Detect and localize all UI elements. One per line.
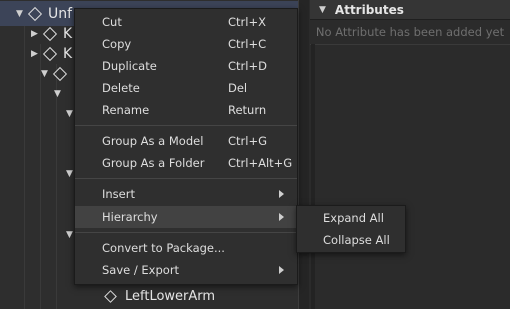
menu-item-label: Rename <box>102 103 150 117</box>
menu-item-rename[interactable]: Rename Return <box>75 99 297 121</box>
menu-item-group-as-model[interactable]: Group As a Model Ctrl+G <box>75 130 297 152</box>
tree-guide-line <box>24 26 25 309</box>
tree-item[interactable]: ▼ <box>54 84 68 104</box>
panel-splitter[interactable] <box>298 0 309 309</box>
tree-item[interactable]: ▼ <box>41 64 73 84</box>
attributes-header[interactable]: ▼ Attributes <box>310 0 510 20</box>
menu-item-label: Expand All <box>323 211 384 225</box>
menu-item-label: Duplicate <box>102 59 157 73</box>
menu-item-expand-all[interactable]: Expand All <box>297 207 405 229</box>
tree-item-model[interactable]: ▼ Unf <box>16 4 72 24</box>
menu-item-duplicate[interactable]: Duplicate Ctrl+D <box>75 55 297 77</box>
tree-item[interactable]: LeftLowerArm <box>104 286 216 306</box>
tree-item-label: Unf <box>48 6 73 22</box>
menu-item-copy[interactable]: Copy Ctrl+C <box>75 33 297 55</box>
menu-item-label: Copy <box>102 37 132 51</box>
diamond-icon <box>27 6 43 22</box>
menu-item-collapse-all[interactable]: Collapse All <box>297 229 405 251</box>
menu-item-convert-to-package[interactable]: Convert to Package... <box>75 237 297 259</box>
menu-item-shortcut: Return <box>228 103 267 117</box>
menu-item-group-as-folder[interactable]: Group As a Folder Ctrl+Alt+G <box>75 152 297 174</box>
menu-item-shortcut: Ctrl+C <box>228 37 267 51</box>
menu-item-label: Hierarchy <box>102 210 158 224</box>
hierarchy-submenu: Expand All Collapse All <box>296 205 406 253</box>
attributes-empty-message: No Attribute has been added yet <box>310 20 510 45</box>
diamond-icon <box>52 66 68 82</box>
menu-item-shortcut: Del <box>228 81 248 95</box>
menu-separator <box>75 125 297 126</box>
submenu-arrow-icon <box>279 213 284 221</box>
submenu-arrow-icon <box>279 266 284 274</box>
menu-item-shortcut: Ctrl+D <box>228 59 267 73</box>
diamond-icon <box>104 289 117 303</box>
menu-item-shortcut: Ctrl+G <box>228 134 268 148</box>
diamond-icon <box>42 26 58 42</box>
tree-item[interactable]: ▶ K <box>31 24 72 44</box>
menu-item-label: Group As a Folder <box>102 156 205 170</box>
menu-item-cut[interactable]: Cut Ctrl+X <box>75 11 297 33</box>
diamond-icon <box>42 46 58 62</box>
menu-item-save-export[interactable]: Save / Export <box>75 259 297 281</box>
menu-item-label: Group As a Model <box>102 134 204 148</box>
menu-item-shortcut: Ctrl+X <box>228 15 266 29</box>
menu-item-shortcut: Ctrl+Alt+G <box>228 156 293 170</box>
tree-item[interactable]: ▶ K <box>31 44 72 64</box>
submenu-arrow-icon <box>279 190 284 198</box>
menu-item-hierarchy[interactable]: Hierarchy <box>75 206 297 228</box>
attributes-title: Attributes <box>334 2 404 17</box>
panel-gutter <box>311 44 315 309</box>
menu-item-label: Collapse All <box>323 233 390 247</box>
menu-item-label: Save / Export <box>102 263 180 277</box>
menu-separator <box>75 178 297 179</box>
tree-item-label: K <box>63 26 73 42</box>
menu-item-label: Delete <box>102 81 140 95</box>
menu-separator <box>75 232 297 233</box>
attributes-panel: ▼ Attributes No Attribute has been added… <box>310 0 510 309</box>
tree-item-label: K <box>63 46 73 62</box>
tree-item-label: LeftLowerArm <box>125 288 216 304</box>
menu-item-label: Convert to Package... <box>102 241 225 255</box>
context-menu: Cut Ctrl+X Copy Ctrl+C Duplicate Ctrl+D … <box>74 8 298 285</box>
caret-down-icon[interactable]: ▼ <box>54 89 68 99</box>
menu-item-insert[interactable]: Insert <box>75 183 297 205</box>
menu-item-label: Cut <box>102 15 122 29</box>
menu-item-label: Insert <box>102 187 135 201</box>
menu-item-delete[interactable]: Delete Del <box>75 77 297 99</box>
caret-down-icon[interactable]: ▼ <box>319 5 326 15</box>
